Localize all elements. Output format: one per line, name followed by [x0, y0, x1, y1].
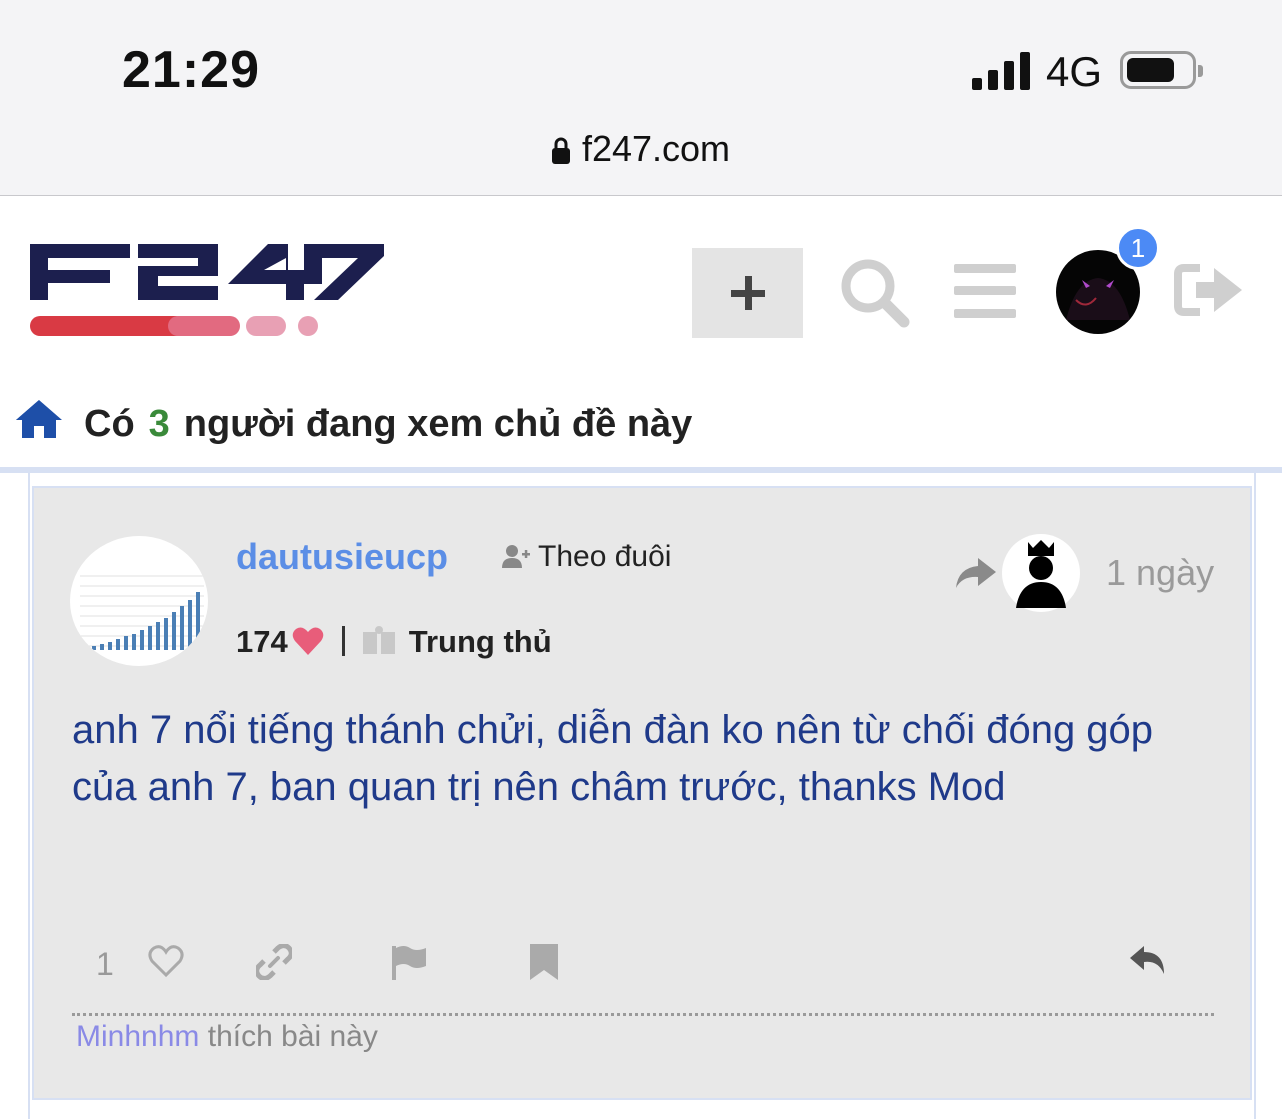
battery-icon: [1120, 51, 1203, 89]
post-author-name[interactable]: dautusieucp: [236, 536, 448, 578]
meta-separator: [341, 626, 345, 656]
likes-divider: [72, 1013, 1214, 1016]
reply-icon[interactable]: [1130, 944, 1166, 976]
post-author-meta: 174 Trung thủ: [236, 624, 552, 660]
search-icon[interactable]: [838, 256, 910, 328]
like-icon[interactable]: [148, 944, 184, 978]
liked-by-suffix: thích bài này: [207, 1020, 378, 1053]
like-count[interactable]: 1: [96, 946, 114, 983]
post-actions: 1: [96, 944, 1176, 990]
notification-badge[interactable]: 1: [1116, 226, 1160, 270]
home-icon[interactable]: [14, 398, 64, 440]
url-bar[interactable]: f247.com: [0, 128, 1282, 170]
new-post-button[interactable]: [692, 248, 803, 338]
signal-icon: [972, 52, 1030, 90]
link-icon[interactable]: [256, 944, 292, 980]
follow-button[interactable]: Theo đuôi: [502, 540, 671, 574]
post-body: anh 7 nổi tiếng thánh chửi, diễn đàn ko …: [72, 708, 1154, 809]
network-type: 4G: [1046, 48, 1103, 95]
topic-viewers: Có 3 người đang xem chủ đề này: [14, 398, 692, 458]
post-time[interactable]: 1 ngày: [1106, 552, 1214, 594]
heart-icon: [292, 627, 324, 655]
viewers-suffix: người đang xem chủ đề này: [183, 403, 693, 445]
share-icon[interactable]: [954, 556, 996, 590]
url-text: f247.com: [581, 128, 731, 169]
post-author-avatar[interactable]: [70, 536, 208, 666]
viewers-prefix: Có: [84, 403, 135, 445]
book-icon: [362, 626, 395, 654]
add-user-icon: [502, 545, 530, 568]
rank-label: Trung thủ: [408, 624, 552, 659]
flag-icon[interactable]: [392, 944, 426, 980]
reputation-count: 174: [236, 624, 288, 659]
logout-icon[interactable]: [1174, 262, 1244, 318]
battery-level: [1127, 58, 1174, 82]
lock-icon: [551, 137, 570, 164]
status-time: 21:29: [122, 41, 260, 99]
liked-by: Minhnhm thích bài này: [76, 1020, 378, 1054]
bookmark-icon[interactable]: [530, 944, 558, 980]
liked-by-user[interactable]: Minhnhm: [76, 1020, 199, 1053]
f247-logo[interactable]: [28, 240, 388, 340]
viewers-count: 3: [148, 403, 170, 445]
follow-label: Theo đuôi: [538, 540, 672, 573]
menu-icon[interactable]: [954, 264, 1016, 318]
moderator-avatar[interactable]: [1002, 534, 1080, 612]
